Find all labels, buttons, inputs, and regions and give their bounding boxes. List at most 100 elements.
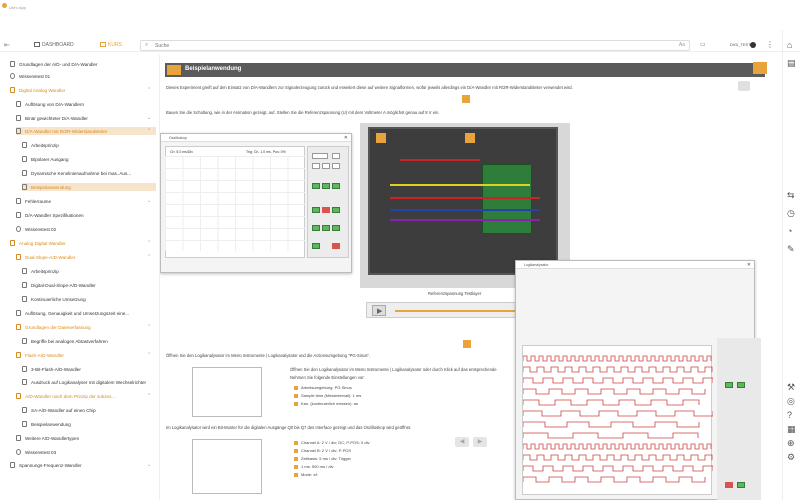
sidebar-item-active[interactable]: Beispielanwendung [22, 183, 156, 191]
hide-icon[interactable]: ◎ [787, 396, 795, 407]
search-input[interactable] [155, 42, 655, 50]
page-icon [16, 115, 21, 121]
pages-icon[interactable]: ▤ [787, 58, 796, 69]
close-icon[interactable]: ✕ [344, 134, 348, 142]
scope-button[interactable] [312, 163, 320, 169]
chevron-up-icon[interactable]: ⌃ [147, 352, 151, 358]
comment-icon[interactable]: ▭ [700, 41, 706, 48]
channel-item: Mode: x/t [294, 472, 317, 477]
green-button[interactable] [332, 183, 340, 189]
chevron-up-icon[interactable]: ⌃ [147, 324, 151, 330]
green-button[interactable] [332, 207, 340, 213]
scope-button[interactable] [332, 163, 340, 169]
sidebar-item[interactable]: Digital Analog Wandler [10, 86, 65, 94]
sidebar-item[interactable]: Binär gewichteter D/A-Wandler [16, 114, 88, 122]
sidebar-item[interactable]: A/D-Wandler nach dem Prinzip der sukzes.… [16, 392, 115, 400]
chevron-down-icon[interactable]: ⌄ [147, 462, 151, 468]
section-title: Beispielanwendung [185, 66, 242, 72]
chevron-down-icon[interactable]: ⌄ [147, 115, 151, 121]
expand-icon[interactable] [738, 81, 750, 91]
globe-icon[interactable]: ⊕ [787, 438, 795, 449]
main-content: Beispielanwendung Dieses Experiment grei… [160, 55, 780, 500]
chevron-up-icon[interactable]: ⌃ [147, 254, 151, 260]
collapse-sidebar-icon[interactable]: ⇤ [4, 41, 10, 49]
sidebar-item[interactable]: Grundlagen der A/D- und D/A-Wandler [10, 60, 97, 68]
sidebar-item[interactable]: Dynamische Kennlinienaufnahme bei mas..A… [22, 169, 131, 177]
sidebar-item[interactable]: Wissenstest 01 [10, 72, 50, 80]
search-bar[interactable]: ⌕ Aa [140, 40, 690, 51]
text-size-toggle[interactable]: Aa [679, 42, 685, 48]
info-icon[interactable] [462, 95, 470, 103]
calculator-icon[interactable]: ▦ [787, 424, 796, 435]
tools-icon[interactable] [463, 340, 471, 348]
sidebar-item[interactable]: Dual-Slope-A/D-Wandler [16, 253, 75, 261]
more-menu-icon[interactable]: ⋮ [766, 40, 774, 49]
green-button[interactable] [737, 382, 745, 388]
green-button[interactable] [322, 225, 330, 231]
tools-icon[interactable]: ⚒ [787, 382, 795, 393]
sidebar-item[interactable]: Analog Digital Wandler [10, 239, 66, 247]
history-icon[interactable]: ◷ [787, 208, 795, 219]
sidebar-item[interactable]: Wissenstest 02 [16, 225, 56, 233]
red-button[interactable] [725, 482, 733, 488]
tab-kurs[interactable]: KURS [100, 42, 122, 48]
sidebar-item[interactable]: Arbeitsprinzip [22, 141, 59, 149]
sidebar-item[interactable]: D/A-Wandler Spezifikationen [16, 211, 84, 219]
sidebar-item[interactable]: Beispielanwendung [22, 420, 71, 428]
chevron-down-icon[interactable]: ⌄ [147, 198, 151, 204]
previous-button[interactable]: ◀ [455, 437, 469, 447]
sidebar-item[interactable]: Spannungs-Frequenz-Wandler [10, 461, 82, 469]
chevron-up-icon[interactable]: ⌃ [147, 128, 151, 134]
sidebar-item[interactable]: Auflösung, Genauigkeit und Umsetzungszei… [16, 309, 129, 317]
sidebar-item[interactable]: Grundlagen der Datenerfassung [16, 323, 91, 331]
green-button[interactable] [725, 382, 733, 388]
settings-gear-icon[interactable]: ⚙ [787, 452, 795, 463]
user-avatar-icon[interactable] [750, 42, 756, 48]
sidebar-item[interactable]: Fehlerraume [16, 197, 51, 205]
logic-analyzer-thumbnail[interactable] [192, 367, 262, 417]
clock-icon[interactable]: ◔ [787, 226, 792, 236]
edit-icon[interactable]: ✎ [787, 244, 795, 255]
sidebar-item[interactable]: Weitere A/D-Wandlertypen [16, 434, 79, 442]
sidebar-item[interactable]: SA-A/D-Wandler auf einen Chip [22, 406, 96, 414]
play-button[interactable]: ▶ [372, 305, 386, 316]
chevron-up-icon[interactable]: ⌃ [147, 393, 151, 399]
sidebar-item[interactable]: Begriffe bei analogen Abtastverfahren [22, 337, 108, 345]
folder-icon [16, 128, 21, 134]
sidebar-item[interactable]: Wissenstest 03 [16, 448, 56, 456]
tab-dashboard[interactable]: DASHBOARD [34, 42, 74, 48]
home-icon[interactable]: ⌂ [787, 40, 792, 50]
sync-icon[interactable]: ⇆ [787, 190, 795, 201]
red-button[interactable] [332, 243, 340, 249]
channel-select[interactable] [312, 153, 328, 159]
quiz-icon [16, 226, 21, 232]
help-icon[interactable]: ? [787, 410, 792, 420]
green-button[interactable] [312, 207, 320, 213]
sidebar-item[interactable]: D/A-Wandler mit R/2R-Widerstandsleiter [16, 127, 156, 135]
ld-logo-icon [376, 133, 386, 143]
chevron-up-icon[interactable]: ⌃ [147, 240, 151, 246]
sidebar-item[interactable]: Flash-A/D-Wandler [16, 351, 64, 359]
next-button[interactable]: ▶ [473, 437, 487, 447]
close-icon[interactable]: ✕ [747, 261, 751, 269]
green-button[interactable] [312, 183, 320, 189]
green-button[interactable] [322, 183, 330, 189]
sidebar-item[interactable]: Digital-Dual-Slope-A/D-Wandler [22, 281, 96, 289]
sidebar-item[interactable]: Auflösung von D/A-Wandlern [16, 100, 84, 108]
green-button[interactable] [737, 482, 745, 488]
sidebar-item[interactable]: Bipolarer Ausgang [22, 155, 69, 163]
sidebar-item[interactable]: Arbeitsprinzip [22, 267, 59, 275]
scope-button[interactable] [322, 163, 330, 169]
bullet-icon [294, 472, 298, 477]
red-button[interactable] [322, 207, 330, 213]
sidebar-item[interactable]: 3-Bit-Flash-A/D-Wandler [22, 365, 81, 373]
bookmark-icon[interactable] [753, 62, 767, 74]
green-button[interactable] [312, 225, 320, 231]
oscilloscope-thumbnail[interactable] [192, 439, 262, 494]
scope-button[interactable] [332, 153, 340, 159]
green-button[interactable] [332, 225, 340, 231]
sidebar-item[interactable]: Ausdruck auf Logikanalyser mit digitalem… [22, 378, 146, 386]
green-button[interactable] [312, 243, 320, 249]
chevron-up-icon[interactable]: ⌃ [147, 87, 151, 93]
sidebar-item[interactable]: Kontinuierliche Umsetzung [22, 295, 86, 303]
